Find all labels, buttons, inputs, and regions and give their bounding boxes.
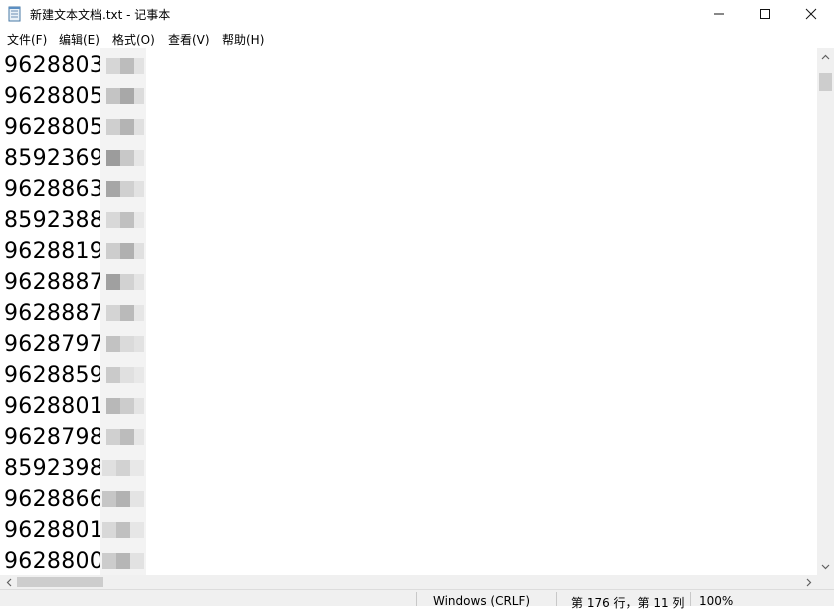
privacy-mosaic <box>100 48 146 575</box>
minimize-icon <box>714 13 724 15</box>
scroll-corner <box>817 575 834 589</box>
menu-help[interactable]: 帮助(H) <box>222 31 264 48</box>
menu-view[interactable]: 查看(V) <box>168 31 210 48</box>
status-divider <box>556 592 557 606</box>
status-zoom: 100% <box>699 594 734 608</box>
scroll-right-button[interactable] <box>800 575 817 589</box>
horizontal-scrollbar[interactable] <box>0 575 817 589</box>
status-position: 第 176 行，第 11 列 <box>571 596 685 610</box>
scroll-down-button[interactable] <box>817 558 834 575</box>
minimize-button[interactable] <box>696 0 742 28</box>
close-button[interactable] <box>788 0 834 28</box>
scroll-up-button[interactable] <box>817 48 834 65</box>
vertical-scrollbar[interactable] <box>817 48 834 575</box>
menu-edit[interactable]: 编辑(E) <box>59 31 100 48</box>
chevron-right-icon <box>806 578 811 586</box>
close-icon <box>805 8 817 20</box>
window-title: 新建文本文档.txt - 记事本 <box>30 8 171 22</box>
title-bar: 新建文本文档.txt - 记事本 <box>0 0 834 28</box>
text-line: 9628801 <box>4 518 105 543</box>
notepad-icon <box>8 6 22 22</box>
status-bar: Windows (CRLF) 第 176 行，第 11 列 100% <box>0 589 834 610</box>
menu-file[interactable]: 文件(F) <box>7 31 47 48</box>
chevron-left-icon <box>6 578 11 586</box>
horizontal-scroll-thumb[interactable] <box>17 577 103 587</box>
maximize-icon <box>760 9 770 19</box>
text-line: 9628800 <box>4 549 105 574</box>
text-line: 8592398 <box>4 456 105 481</box>
vertical-scroll-thumb[interactable] <box>819 73 832 91</box>
text-line: 9628866 <box>4 487 105 512</box>
menu-bar: 文件(F) 编辑(E) 格式(O) 查看(V) 帮助(H) <box>0 28 834 48</box>
text-editor[interactable]: 9628803562 9628805612 9628805912 8592369… <box>0 48 817 575</box>
menu-format[interactable]: 格式(O) <box>112 31 155 48</box>
maximize-button[interactable] <box>742 0 788 28</box>
status-divider <box>416 592 417 606</box>
status-encoding: Windows (CRLF) <box>433 594 531 608</box>
chevron-up-icon <box>821 54 830 59</box>
scroll-left-button[interactable] <box>0 575 17 589</box>
chevron-down-icon <box>821 564 830 569</box>
status-divider <box>690 592 691 606</box>
